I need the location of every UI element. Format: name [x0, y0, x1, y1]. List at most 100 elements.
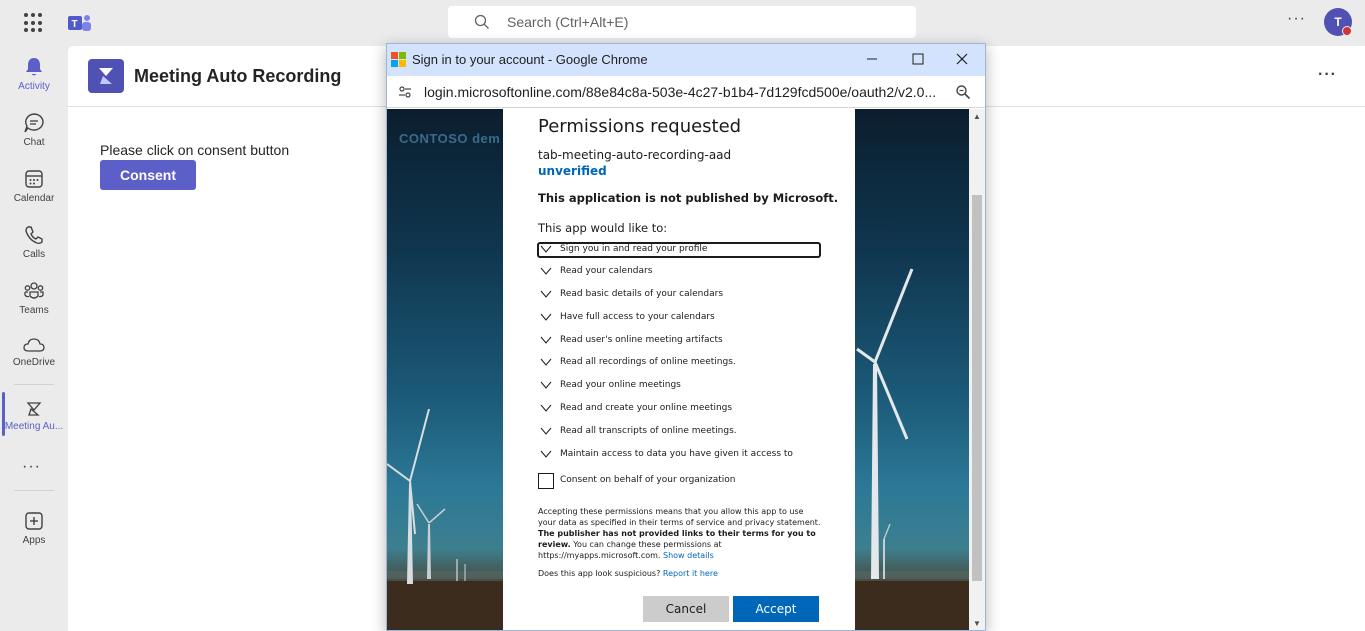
permission-label: Read and create your online meetings	[560, 403, 733, 413]
sign-in-page: CONTOSO dem Permissions requested tab-me…	[387, 109, 985, 630]
rail-label-calls: Calls	[22, 249, 46, 260]
rail-label-teams: Teams	[19, 305, 49, 316]
consent-org-checkbox[interactable]	[538, 473, 554, 489]
phone-icon	[25, 226, 43, 245]
chevron-down-icon	[540, 245, 552, 253]
chevron-down-icon	[540, 450, 552, 458]
app-more-options-icon[interactable]: ···	[1318, 66, 1337, 84]
teams-logo-icon: T	[68, 15, 91, 31]
popup-window-title: Sign in to your account - Google Chrome	[412, 52, 648, 67]
rail-item-calls[interactable]: Calls	[0, 216, 68, 270]
chevron-down-icon	[540, 336, 552, 344]
rail-item-calendar[interactable]: Calendar	[0, 160, 68, 214]
zoom-icon[interactable]	[955, 84, 971, 100]
meeting-app-icon	[26, 402, 42, 416]
app-rail: Activity Chat Calendar Calls Teams OneDr…	[0, 46, 68, 631]
permission-item[interactable]: Sign you in and read your profile	[537, 242, 821, 258]
rail-label-onedrive: OneDrive	[12, 357, 56, 368]
unverified-link[interactable]: unverified	[538, 164, 607, 178]
site-info-icon[interactable]	[397, 84, 413, 100]
permission-item[interactable]: Read user's online meeting artifacts	[538, 333, 820, 349]
rail-item-onedrive[interactable]: OneDrive	[0, 328, 68, 382]
accept-button[interactable]: Accept	[733, 596, 819, 622]
search-icon	[474, 14, 489, 29]
rail-label-activity: Activity	[18, 81, 50, 92]
sign-in-popup-window: Sign in to your account - Google Chrome …	[386, 43, 986, 631]
rail-item-chat[interactable]: Chat	[0, 104, 68, 158]
popup-address-bar: login.microsoftonline.com/88e84c8a-503e-…	[387, 76, 985, 108]
suspicious-text: Does this app look suspicious? Report it…	[538, 569, 718, 578]
close-icon[interactable]	[939, 44, 985, 76]
rail-label-calendar: Calendar	[13, 193, 55, 204]
rail-label-meeting-auto-recording: Meeting Au...	[4, 421, 64, 432]
chevron-down-icon	[540, 427, 552, 435]
app-name: tab-meeting-auto-recording-aad	[538, 148, 732, 162]
add-icon	[25, 512, 43, 530]
rail-label-chat: Chat	[23, 137, 45, 148]
chevron-down-icon	[540, 381, 552, 389]
permission-label: Sign you in and read your profile	[560, 244, 708, 254]
meeting-app-logo-icon	[88, 59, 124, 93]
rail-item-apps[interactable]: Apps	[0, 502, 68, 556]
legal-text-part1: Accepting these permissions means that y…	[538, 507, 821, 527]
rail-item-meeting-auto-recording[interactable]: Meeting Au...	[0, 392, 68, 446]
permission-label: Read your online meetings	[560, 380, 681, 390]
show-details-link[interactable]: Show details	[663, 551, 714, 560]
permission-item[interactable]: Read your online meetings	[538, 378, 820, 394]
permission-item[interactable]: Read basic details of your calendars	[538, 287, 820, 303]
maximize-icon[interactable]	[895, 44, 941, 76]
scroll-up-icon[interactable]: ▲	[973, 112, 981, 121]
permission-item[interactable]: Read all transcripts of online meetings.	[538, 424, 820, 440]
svg-text:T: T	[72, 19, 78, 30]
report-link[interactable]: Report it here	[663, 569, 718, 578]
teams-icon	[24, 282, 44, 299]
rail-divider	[14, 490, 54, 491]
presence-status-icon	[1342, 26, 1352, 36]
teams-top-bar: T Search (Ctrl+Alt+E) ··· T	[0, 0, 1365, 46]
would-like-heading: This app would like to:	[538, 221, 668, 235]
popup-url[interactable]: login.microsoftonline.com/88e84c8a-503e-…	[424, 84, 936, 100]
rail-item-teams[interactable]: Teams	[0, 272, 68, 326]
bell-icon	[26, 58, 42, 76]
permission-item[interactable]: Read and create your online meetings	[538, 401, 820, 417]
consent-button[interactable]: Consent	[100, 160, 196, 190]
rail-item-activity[interactable]: Activity	[0, 48, 68, 102]
scroll-down-icon[interactable]: ▼	[973, 619, 981, 628]
scrollbar-thumb[interactable]	[972, 195, 982, 581]
chevron-down-icon	[540, 358, 552, 366]
permission-label: Read your calendars	[560, 266, 653, 276]
permission-label: Read all recordings of online meetings.	[560, 357, 736, 367]
permission-item[interactable]: Maintain access to data you have given i…	[538, 447, 820, 463]
permission-label: Have full access to your calendars	[560, 312, 715, 322]
minimize-icon[interactable]	[849, 44, 895, 76]
permissions-dialog: Permissions requested tab-meeting-auto-r…	[503, 109, 855, 630]
permission-item[interactable]: Have full access to your calendars	[538, 310, 820, 326]
microsoft-logo-icon	[391, 52, 406, 67]
suspicious-question: Does this app look suspicious?	[538, 569, 661, 578]
permission-label: Read basic details of your calendars	[560, 289, 724, 299]
cloud-icon	[23, 338, 45, 352]
popup-titlebar: Sign in to your account - Google Chrome	[387, 44, 985, 76]
rail-divider	[14, 384, 54, 385]
permission-label: Maintain access to data you have given i…	[560, 449, 793, 459]
permission-label: Read all transcripts of online meetings.	[560, 426, 737, 436]
permission-item[interactable]: Read all recordings of online meetings.	[538, 355, 820, 371]
permission-item[interactable]: Read your calendars	[538, 264, 820, 280]
legal-text: Accepting these permissions means that y…	[538, 506, 823, 561]
chevron-down-icon	[540, 404, 552, 412]
popup-scrollbar[interactable]: ▲ ▼	[969, 109, 985, 630]
search-placeholder: Search (Ctrl+Alt+E)	[507, 14, 629, 30]
more-apps-icon[interactable]: ···	[22, 458, 41, 476]
consent-org-label: Consent on behalf of your organization	[560, 475, 736, 485]
permission-label: Read user's online meeting artifacts	[560, 335, 723, 345]
consent-prompt-text: Please click on consent button	[100, 142, 290, 158]
page-title: Meeting Auto Recording	[134, 66, 342, 86]
search-box[interactable]: Search (Ctrl+Alt+E)	[448, 6, 916, 38]
chevron-down-icon	[540, 267, 552, 275]
settings-more-icon[interactable]: ···	[1287, 10, 1306, 28]
permissions-title: Permissions requested	[538, 116, 742, 137]
chevron-down-icon	[540, 290, 552, 298]
rail-label-apps: Apps	[22, 535, 46, 546]
app-launcher-icon[interactable]	[24, 13, 44, 33]
cancel-button[interactable]: Cancel	[643, 596, 729, 622]
